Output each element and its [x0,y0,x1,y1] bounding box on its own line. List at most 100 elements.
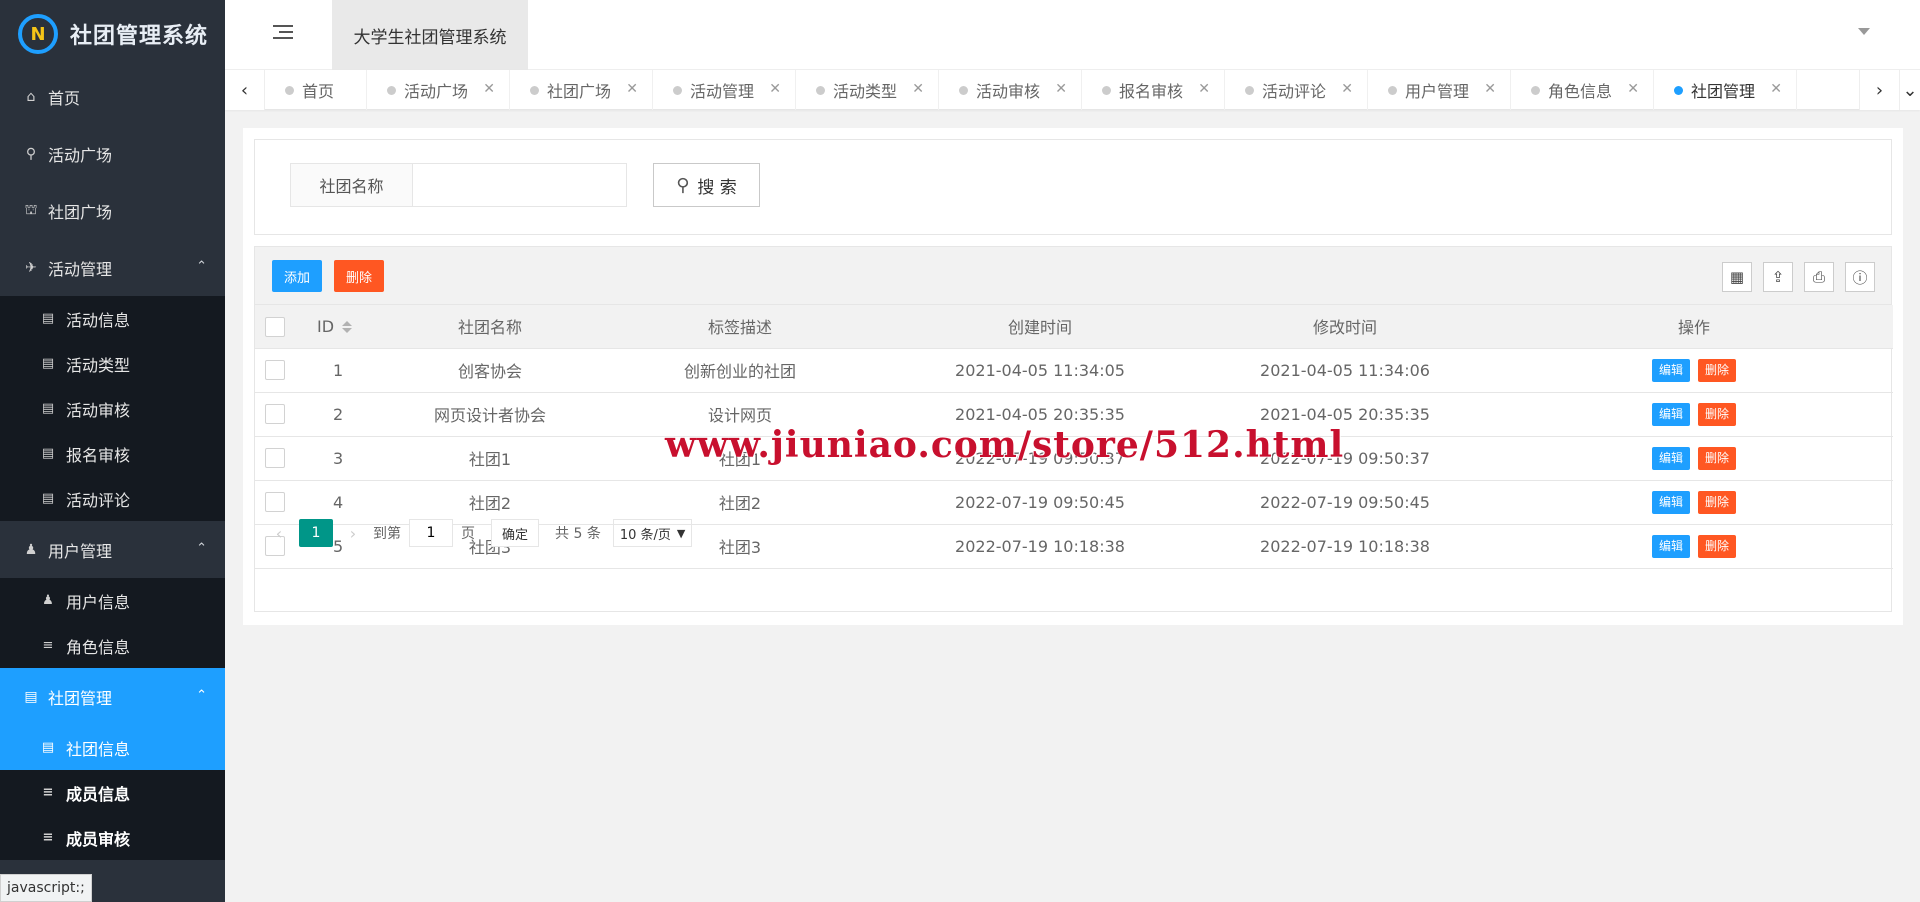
column-header-id[interactable]: ID [295,305,385,349]
tabs-menu-chevron-down-icon[interactable]: ⌄ [1899,70,1920,110]
select-all-checkbox[interactable] [265,316,285,337]
columns-filter-icon[interactable]: ▦ [1722,262,1752,292]
delete-button[interactable]: 删除 [1698,446,1736,470]
sidebar-subitem-label: 活动审核 [66,400,131,420]
sidebar-subitem[interactable]: ▤ 活动审核 [0,386,225,431]
delete-button[interactable]: 删除 [1698,358,1736,382]
info-icon[interactable]: ⓘ [1845,262,1875,292]
close-icon[interactable]: ✕ [769,81,781,97]
page-tabs-bar: ‹ 首页 活动广场 ✕ 社团广场 ✕ 活动管理 ✕ 活动类型 ✕ 活动审核 ✕ 报名审核 ✕ 活动评论 ✕ 用… [225,70,1920,110]
bicycle-icon: ⚲ [25,145,37,162]
tab-label: 首页 [302,82,335,101]
row-checkbox[interactable] [265,492,285,513]
batch-delete-button[interactable]: 删除 [334,260,384,292]
row-checkbox[interactable] [265,360,285,381]
sidebar-item-3[interactable]: ✈ 活动管理 ⌃ [0,239,225,296]
main-content: 社团名称 ⚲ 搜 索 添加 删除 ▦ ⇪ ⎙ ⓘ ID 社团名称 标签描述 创建… [243,128,1903,625]
tabs-scroll-left-icon[interactable]: ‹ [225,70,265,110]
chevron-up-icon: ⌃ [196,259,207,274]
club-name-search-input[interactable] [412,163,627,207]
close-icon[interactable]: ✕ [912,81,924,97]
tab-3[interactable]: 活动管理 ✕ [653,70,796,110]
sidebar-subitem[interactable]: ▤ 活动评论 [0,476,225,521]
sidebar-item-1[interactable]: ⚲ 活动广场 [0,125,225,182]
sidebar-item-4[interactable]: ♟ 用户管理 ⌃ [0,521,225,578]
delete-button[interactable]: 删除 [1698,402,1736,426]
edit-button[interactable]: 编辑 [1652,358,1690,382]
sidebar-item-0[interactable]: ⌂ 首页 [0,68,225,125]
print-icon[interactable]: ⎙ [1804,262,1834,292]
sidebar-subitem[interactable]: ≡ 成员审核 [0,815,225,860]
current-page[interactable]: 1 [299,519,333,547]
tab-label: 活动管理 [690,82,755,101]
total-count: 共 5 条 [555,526,601,542]
tab-dot-icon [285,85,294,95]
tab-2[interactable]: 社团广场 ✕ [510,70,653,110]
close-icon[interactable]: ✕ [1770,81,1782,97]
edit-button[interactable]: 编辑 [1652,402,1690,426]
tab-4[interactable]: 活动类型 ✕ [796,70,939,110]
tab-9[interactable]: 角色信息 ✕ [1511,70,1654,110]
close-icon[interactable]: ✕ [1341,81,1353,97]
export-icon[interactable]: ⇪ [1763,262,1793,292]
tab-1[interactable]: 活动广场 ✕ [367,70,510,110]
tab-10[interactable]: 社团管理 ✕ [1654,70,1797,110]
tab-5[interactable]: 活动审核 ✕ [939,70,1082,110]
sidebar-item-2[interactable]: ⛫ 社团广场 [0,182,225,239]
next-page-icon[interactable]: › [341,524,365,543]
row-checkbox[interactable] [265,448,285,469]
app-logo[interactable]: N 社团管理系统 [0,0,225,68]
sidebar-nav: ⌂ 首页 ⚲ 活动广场 ⛫ 社团广场 ✈ 活动管理 ⌃ ▤ 活动信息 ▤ 活动类型 ▤ 活动审核 ▤ 报名审核 ▤… [0,68,225,860]
tab-label: 社团管理 [1691,82,1756,101]
sidebar-submenu: ▤ 活动信息 ▤ 活动类型 ▤ 活动审核 ▤ 报名审核 ▤ 活动评论 [0,296,225,521]
sidebar-subitem[interactable]: ▤ 社团信息 [0,725,225,770]
goto-page-input[interactable] [409,519,453,547]
status-link-preview: javascript:; [0,874,92,902]
tab-6[interactable]: 报名审核 ✕ [1082,70,1225,110]
edit-button[interactable]: 编辑 [1652,446,1690,470]
row-checkbox[interactable] [265,404,285,425]
app-title: 社团管理系统 [70,24,209,49]
goto-confirm-button[interactable]: 确定 [491,519,540,547]
sidebar-subitem[interactable]: ▤ 活动信息 [0,296,225,341]
close-icon[interactable]: ✕ [483,81,495,97]
sidebar-subitem-label: 活动信息 [66,310,131,330]
tab-label: 社团广场 [547,82,612,101]
sidebar-subitem[interactable]: ♟ 用户信息 [0,578,225,623]
sidebar-subitem[interactable]: ≡ 角色信息 [0,623,225,668]
close-icon[interactable]: ✕ [1055,81,1067,97]
column-header-desc: 标签描述 [595,305,885,349]
sidebar-item-label: 社团管理 [48,688,113,708]
close-icon[interactable]: ✕ [1198,81,1210,97]
tab-7[interactable]: 活动评论 ✕ [1225,70,1368,110]
prev-page-icon[interactable]: ‹ [267,524,291,543]
close-icon[interactable]: ✕ [626,81,638,97]
sort-icon[interactable] [342,321,353,334]
search-panel: 社团名称 ⚲ 搜 索 [254,139,1892,235]
page-size-select[interactable]: 10 条/页 ▼ [612,519,693,547]
search-icon: ⚲ [676,174,690,196]
add-button[interactable]: 添加 [272,260,322,292]
tab-8[interactable]: 用户管理 ✕ [1368,70,1511,110]
sidebar-subitem-label: 活动类型 [66,355,131,375]
tab-0[interactable]: 首页 [265,70,367,110]
watermark: www.jiuniao.com/store/512.html [665,424,1345,466]
sidebar-subitem-label: 用户信息 [66,592,131,612]
menu-toggle-icon[interactable] [273,25,293,43]
tab-dot-icon [816,85,825,95]
sidebar-subitem-label: 角色信息 [66,637,131,657]
users-icon: ♟ [24,541,38,558]
close-icon[interactable]: ✕ [1627,81,1639,97]
cell-name: 创客协会 [385,348,595,393]
sidebar-subitem[interactable]: ≡ 成员信息 [0,770,225,815]
sidebar-subitem[interactable]: ▤ 活动类型 [0,341,225,386]
search-button[interactable]: ⚲ 搜 索 [653,163,760,207]
sidebar-item-5[interactable]: ▤ 社团管理 ⌃ [0,668,225,725]
column-header-modified: 修改时间 [1195,305,1495,349]
list-icon: ≡ [42,830,54,845]
tabs-scroll-right-icon[interactable]: › [1859,70,1899,110]
user-dropdown-caret-icon[interactable] [1858,28,1870,35]
site-title-tab[interactable]: 大学生社团管理系统 [332,0,528,70]
sidebar-subitem[interactable]: ▤ 报名审核 [0,431,225,476]
close-icon[interactable]: ✕ [1484,81,1496,97]
